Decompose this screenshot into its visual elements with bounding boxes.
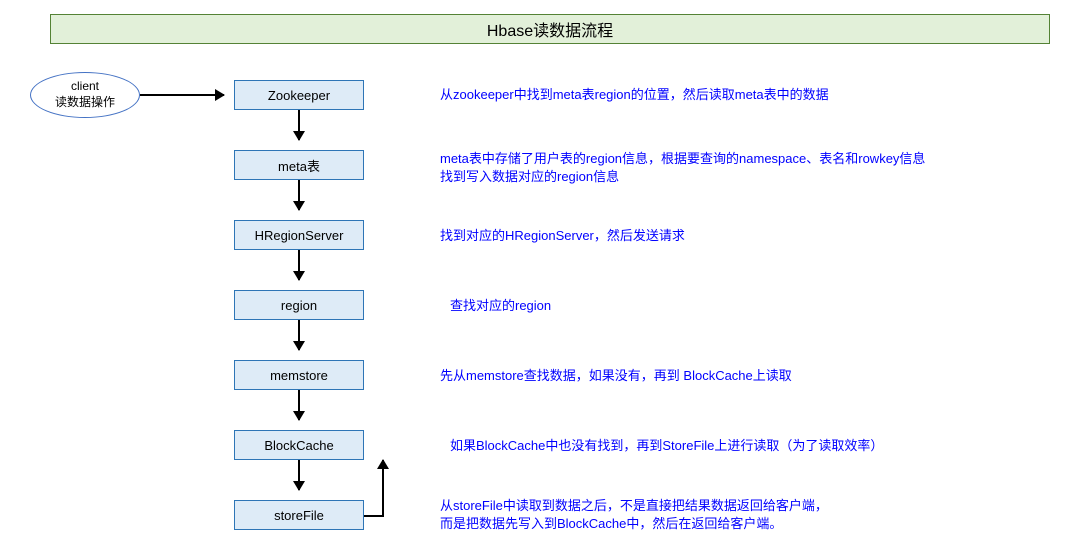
- desc-meta: meta表中存储了用户表的region信息，根据要查询的namespace、表名…: [440, 150, 925, 186]
- diagram-title: Hbase读数据流程: [50, 14, 1050, 44]
- node-label: BlockCache: [264, 438, 333, 453]
- node-label: Zookeeper: [268, 88, 330, 103]
- node-label: storeFile: [274, 508, 324, 523]
- client-label-1: client: [71, 79, 99, 95]
- node-zookeeper: Zookeeper: [234, 80, 364, 110]
- desc-memstore: 先从memstore查找数据，如果没有，再到 BlockCache上读取: [440, 367, 792, 385]
- arrow-4-5: [298, 390, 300, 420]
- node-meta: meta表: [234, 150, 364, 180]
- arrow-1-2: [298, 180, 300, 210]
- desc-storefile: 从storeFile中读取到数据之后，不是直接把结果数据返回给客户端， 而是把数…: [440, 497, 828, 533]
- arrow-2-3: [298, 250, 300, 280]
- node-region: region: [234, 290, 364, 320]
- desc-blockcache: 如果BlockCache中也没有找到，再到StoreFile上进行读取（为了读取…: [450, 437, 883, 455]
- client-label-2: 读数据操作: [55, 95, 115, 111]
- client-node: client 读数据操作: [30, 72, 140, 118]
- node-storefile: storeFile: [234, 500, 364, 530]
- node-hregionserver: HRegionServer: [234, 220, 364, 250]
- desc-zookeeper: 从zookeeper中找到meta表region的位置，然后读取meta表中的数…: [440, 86, 829, 104]
- node-label: meta表: [278, 156, 320, 175]
- node-label: memstore: [270, 368, 328, 383]
- title-text: Hbase读数据流程: [487, 17, 613, 41]
- desc-hregionserver: 找到对应的HRegionServer，然后发送请求: [440, 227, 685, 245]
- node-blockcache: BlockCache: [234, 430, 364, 460]
- desc-region: 查找对应的region: [450, 297, 551, 315]
- arrow-0-1: [298, 110, 300, 140]
- node-label: HRegionServer: [255, 228, 344, 243]
- arrow-5-6: [298, 460, 300, 490]
- node-memstore: memstore: [234, 360, 364, 390]
- arrow-client-zookeeper: [140, 94, 224, 96]
- node-label: region: [281, 298, 317, 313]
- arrow-3-4: [298, 320, 300, 350]
